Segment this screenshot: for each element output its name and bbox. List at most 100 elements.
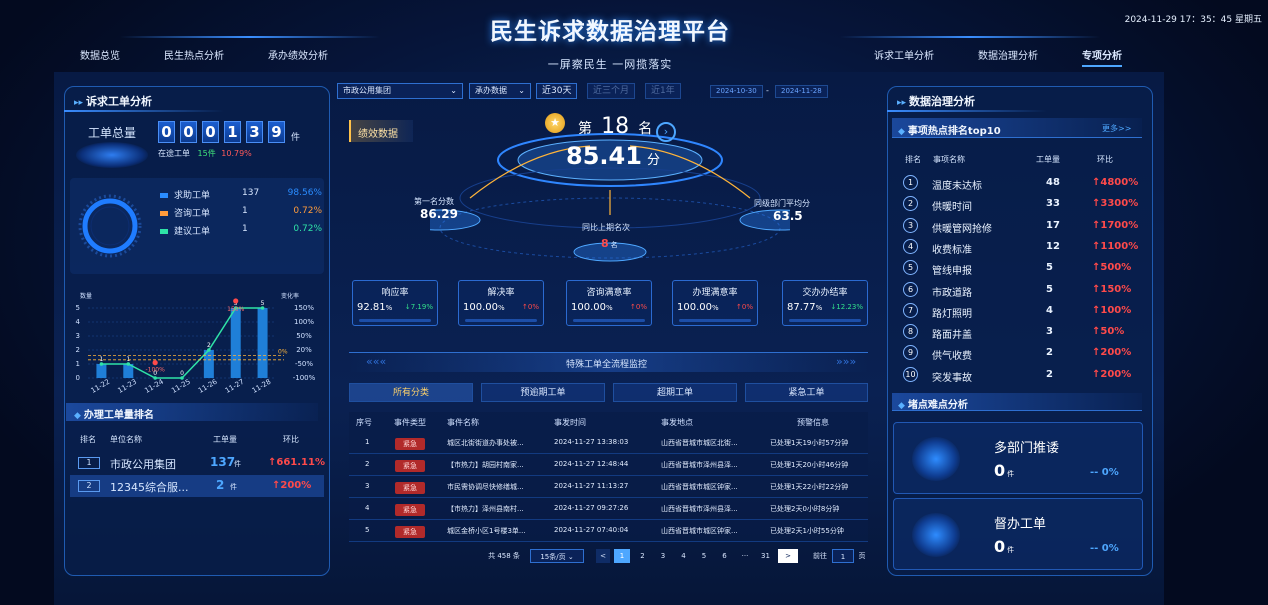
nav-request-analysis[interactable]: 诉求工单分析	[874, 47, 934, 62]
rank-change: ↑200%	[272, 480, 312, 491]
series-point	[180, 376, 184, 380]
metric-card[interactable]: 响应率 92.81% ↓7.19%	[352, 280, 438, 326]
legend-pct: 0.72%	[293, 206, 322, 216]
total-label: 工单总量	[88, 126, 137, 140]
card-value: 0	[994, 461, 1006, 480]
table-row[interactable]: 5 城区金桥小区1号楼3单... 2024-11-27 07:40:04 山西省晋城市…	[349, 520, 868, 542]
card-supervise[interactable]: 督办工单 0件 -- 0%	[893, 498, 1143, 570]
pager-size-select[interactable]: 15条/页 ⌄	[530, 549, 584, 563]
metric-value: 100.00	[463, 302, 498, 313]
rank-name: 市政公用集团	[110, 458, 176, 471]
hot-item[interactable]: 5 管线申报 5 ↑500%	[902, 258, 1142, 278]
tab-pre-overdue[interactable]: 预逾期工单	[481, 383, 605, 402]
legend-pct: 98.56%	[287, 188, 322, 198]
table-row[interactable]: 4 【市热力】泽州县南村... 2024-11-27 09:27:26 山西省晋城市泽…	[349, 498, 868, 520]
legend-row-help: 求助工单 137 98.56%	[160, 188, 322, 201]
metric-change: ↓7.19%	[404, 303, 433, 311]
card-multi-dept[interactable]: 多部门推诿 0件 -- 0%	[893, 422, 1143, 494]
hot-item[interactable]: 8 路面井盖 3 ↑50%	[902, 322, 1142, 342]
metric-value: 87.77	[787, 302, 816, 313]
pager-page[interactable]: 4	[676, 549, 692, 563]
date-from[interactable]: 2024-10-30	[710, 85, 763, 98]
rank-unit: 件	[230, 483, 237, 491]
table-row[interactable]: 2 【市热力】胡园村南家... 2024-11-27 12:48:44 山西省晋城市泽…	[349, 454, 868, 476]
hot-header-no: 排名	[905, 155, 921, 164]
y-tick-label: 1	[76, 360, 80, 368]
pager-page[interactable]: 3	[655, 549, 671, 563]
rank-row[interactable]: 1 市政公用集团 137 件 ↑661.11%	[72, 452, 325, 474]
metric-percent: %	[815, 304, 823, 312]
tab-all[interactable]: 所有分类	[349, 383, 473, 402]
table-row[interactable]: 1 城区北街街道办事处被... 2024-11-27 13:38:03 山西省晋城市城…	[349, 432, 868, 454]
y2-tick-label: 100%	[294, 318, 314, 326]
hot-change: ↑500%	[1092, 262, 1132, 274]
pager-page[interactable]: 5	[696, 549, 712, 563]
hot-item[interactable]: 1 温度未达标 48 ↑4800%	[902, 173, 1142, 193]
pager-next[interactable]: >	[778, 549, 798, 563]
metric-card[interactable]: 交办办结率 87.77% ↓12.23%	[782, 280, 868, 326]
pager-goto-input[interactable]: 1	[832, 549, 854, 563]
chevron-down-icon: ⌄	[518, 86, 525, 95]
hot-change: ↑50%	[1092, 326, 1125, 338]
hot-item[interactable]: 4 收费标准 12 ↑1100%	[902, 237, 1142, 257]
hot-item[interactable]: 3 供暖管网抢修 17 ↑1700%	[902, 216, 1142, 236]
hot-header-name: 事项名称	[933, 155, 965, 164]
btn-30-days[interactable]: 近30天	[536, 83, 578, 99]
table-row[interactable]: 3 市民需协调尽快修缮城... 2024-11-27 11:13:27 山西省晋城市城…	[349, 476, 868, 498]
pager-page[interactable]: 6	[717, 549, 733, 563]
hot-item[interactable]: 2 供暖时间 33 ↑3300%	[902, 194, 1142, 214]
chevron-down-icon: ⌄	[450, 86, 457, 95]
btn-3-months[interactable]: 近三个月	[587, 83, 636, 99]
dept-select[interactable]: 市政公用集团 ⌄	[337, 83, 463, 99]
hot-count: 17	[1046, 219, 1060, 231]
metric-bar	[359, 319, 431, 322]
metric-card[interactable]: 解决率 100.00% ↑0%	[458, 280, 544, 326]
nav-governance-analysis[interactable]: 数据治理分析	[978, 47, 1038, 62]
pager-page[interactable]: 1	[614, 549, 630, 563]
btn-1-year[interactable]: 近1年	[645, 83, 681, 99]
trend-chart: 012345数量 变化率150%100%50%20%-50%-100%111-22…	[76, 292, 316, 395]
prev-rank: 8名	[601, 232, 618, 251]
hot-item[interactable]: 10 突发事故 2 ↑200%	[902, 365, 1142, 385]
rank-name: 12345综合服...	[110, 481, 189, 494]
metric-value-wrap: 100.00%	[571, 302, 613, 313]
nav-data-overview[interactable]: 数据总览	[80, 47, 120, 62]
row-name: 城区金桥小区1号楼3单...	[447, 527, 526, 535]
hot-name: 路灯照明	[932, 308, 972, 320]
pager-page[interactable]: 2	[635, 549, 651, 563]
col-time: 事发时间	[554, 418, 586, 427]
metric-card[interactable]: 咨询满意率 100.00% ↑0%	[566, 280, 652, 326]
hot-name: 管线申报	[932, 266, 972, 278]
page-subtitle: 一屏察民生 一网揽落实	[547, 58, 673, 71]
more-link[interactable]: 更多>>	[1102, 123, 1131, 134]
nav-performance-analysis[interactable]: 承办绩效分析	[268, 47, 328, 62]
pager-prev[interactable]: <	[596, 549, 610, 563]
hot-name: 市政道路	[932, 287, 972, 299]
row-place: 山西省晋城市城区钟家...	[661, 483, 738, 491]
metric-card[interactable]: 办理满意率 100.00% ↑0%	[672, 280, 758, 326]
type-select[interactable]: 承办数据 ⌄	[469, 83, 531, 99]
hot-change: ↑3300%	[1092, 198, 1139, 210]
tab-urgent[interactable]: 紧急工单	[745, 383, 868, 402]
pager-page[interactable]: 31	[758, 549, 774, 563]
pending-label: 在途工单	[158, 149, 190, 158]
metric-bar	[465, 319, 537, 322]
hot-rank-badge: 8	[903, 324, 918, 340]
legend-row-consult: 咨询工单 1 0.72%	[160, 206, 322, 219]
hot-item[interactable]: 6 市政道路 5 ↑150%	[902, 280, 1142, 300]
total-digit-1: 0	[158, 121, 175, 143]
row-no: 3	[365, 482, 370, 490]
arrow-right-icon[interactable]: ›	[656, 122, 676, 142]
hot-rank-badge: 5	[903, 260, 918, 276]
total-digit-2: 0	[180, 121, 197, 143]
nav-hotspot-analysis[interactable]: 民生热点分析	[164, 47, 224, 62]
pager-page[interactable]: ···	[737, 549, 753, 563]
date-to[interactable]: 2024-11-28	[775, 85, 828, 98]
nav-special-analysis[interactable]: 专项分析	[1082, 47, 1122, 67]
tab-overdue[interactable]: 超期工单	[613, 383, 737, 402]
hot-item[interactable]: 9 供气收费 2 ↑200%	[902, 343, 1142, 363]
hot-item[interactable]: 7 路灯照明 4 ↑100%	[902, 301, 1142, 321]
metric-percent: %	[712, 304, 719, 312]
card-value-wrap: 0件	[994, 537, 1014, 556]
rank-row[interactable]: 2 12345综合服... 2 件 ↑200%	[70, 475, 324, 497]
